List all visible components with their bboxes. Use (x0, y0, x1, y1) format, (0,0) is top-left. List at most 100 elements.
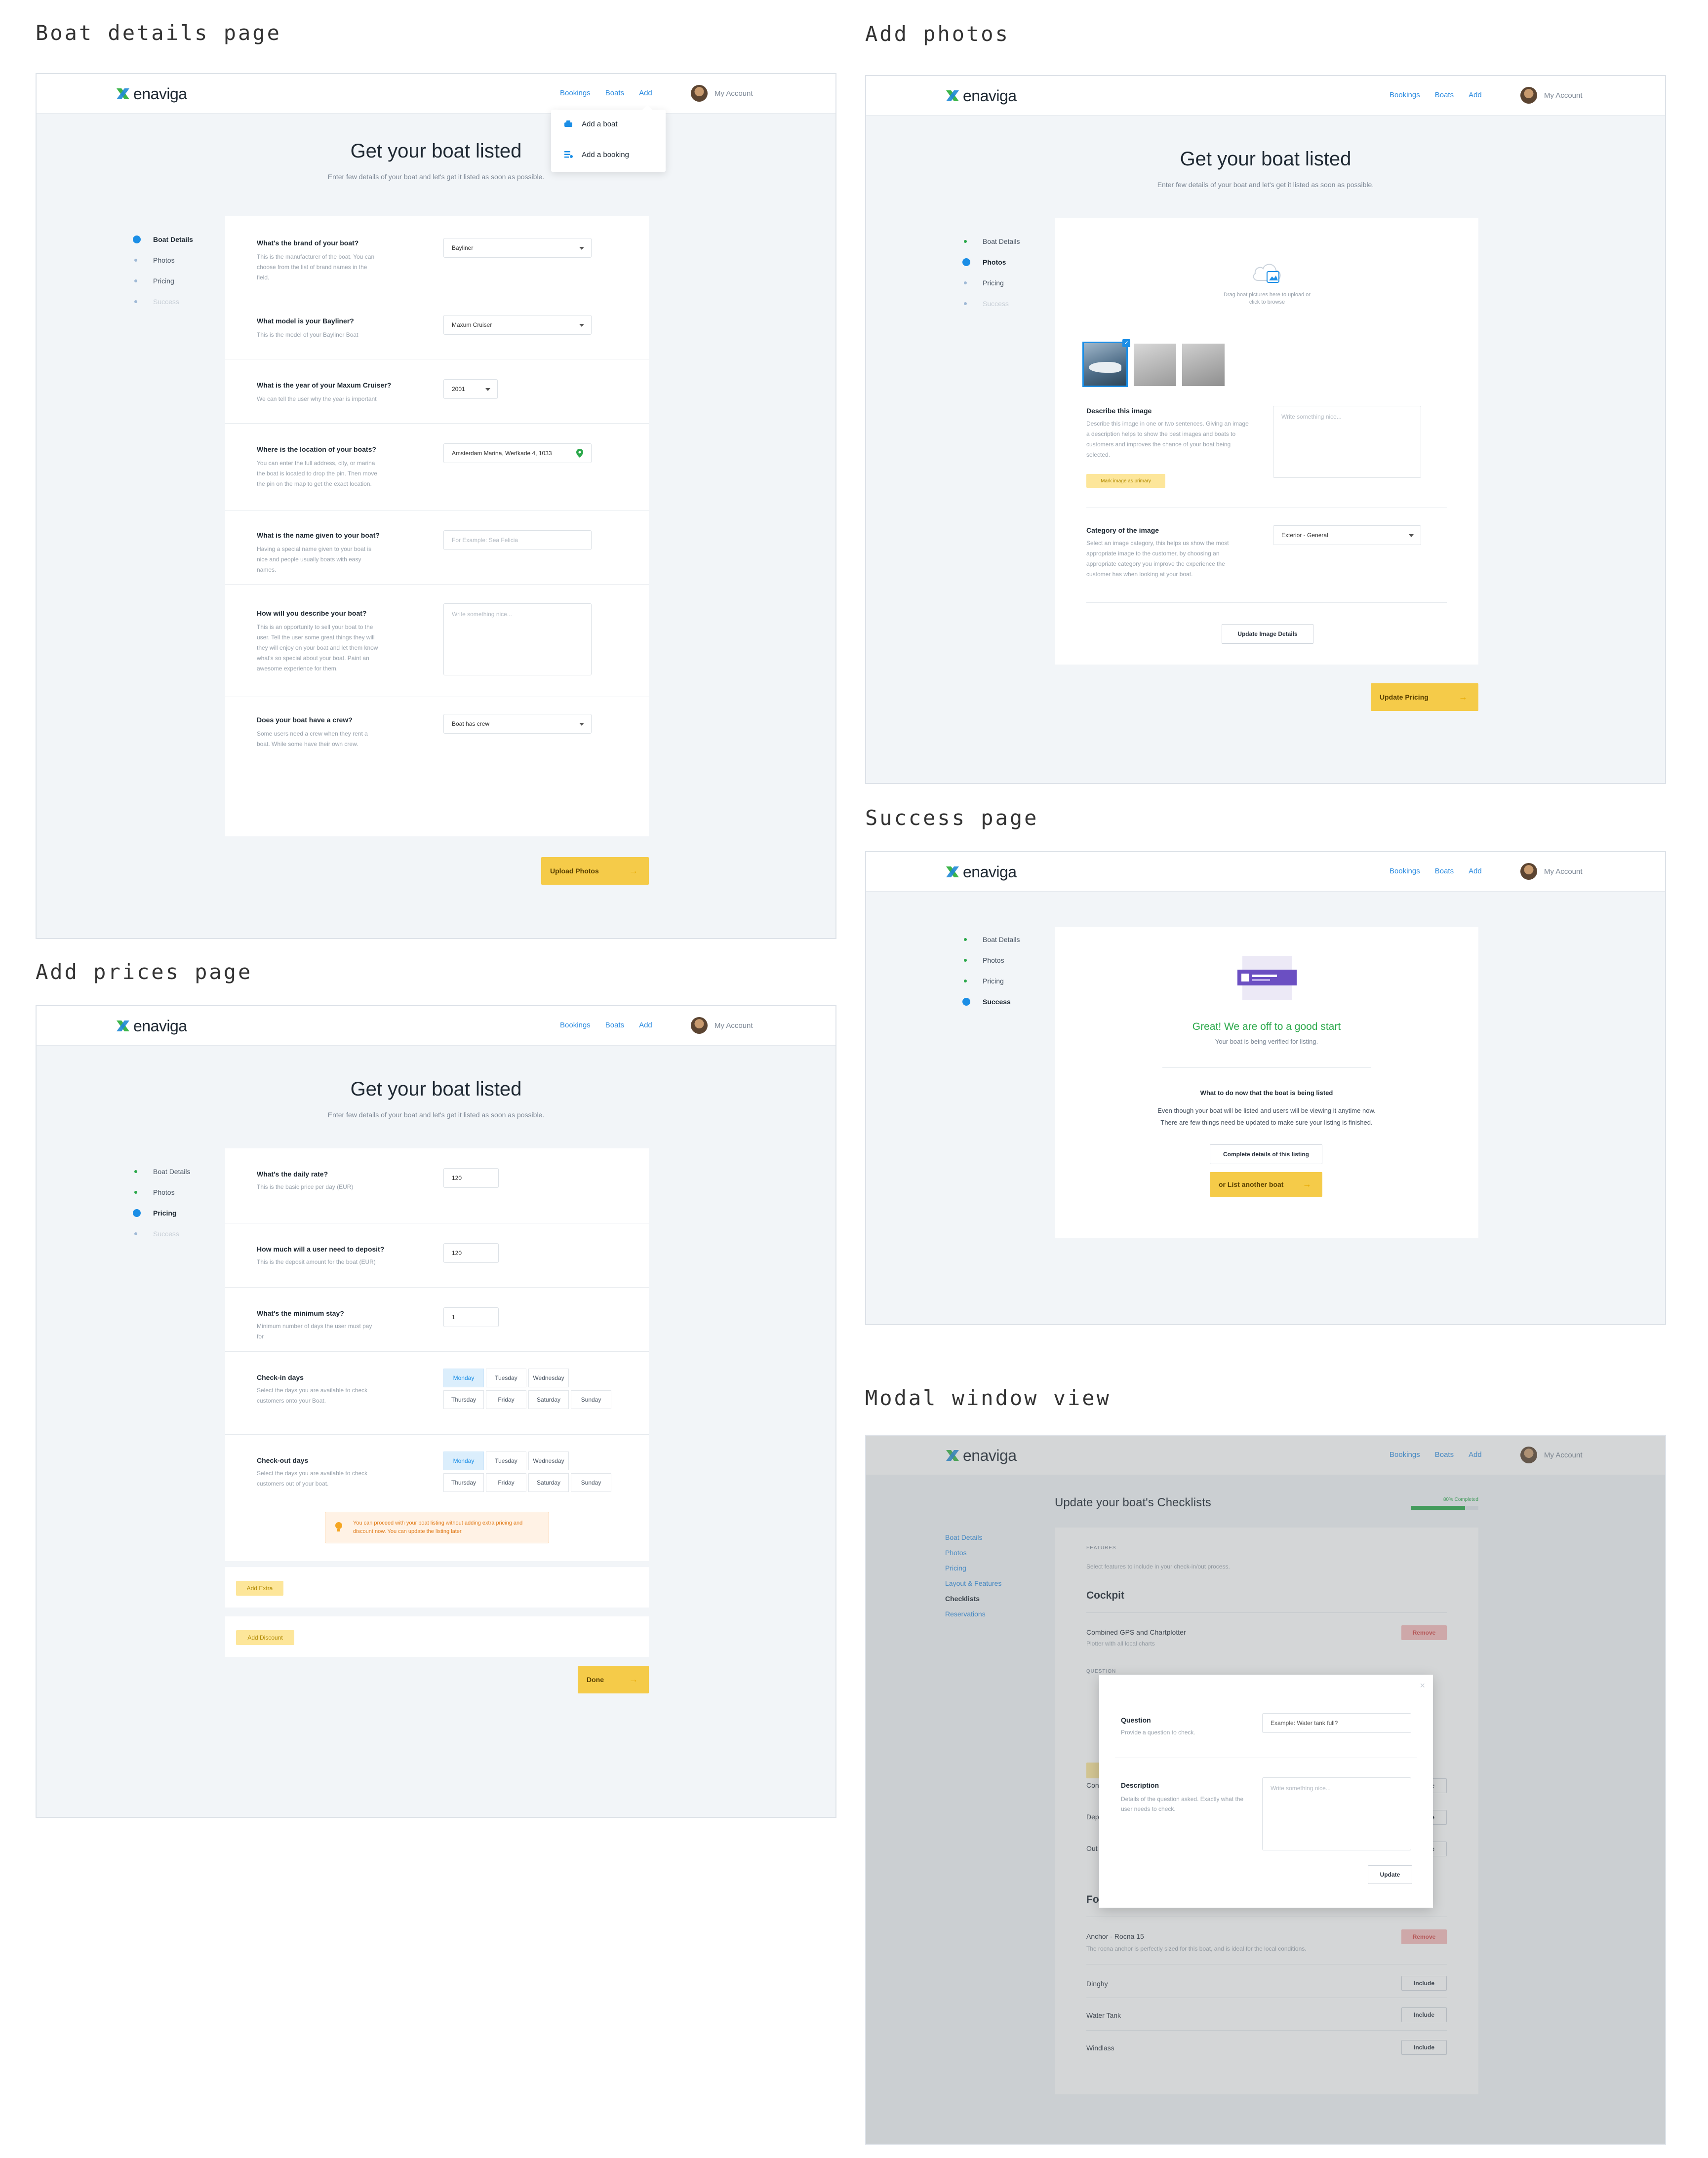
menu-item-add-boat[interactable]: Add a boat (564, 119, 618, 128)
add-dropdown-menu: Add a boat Add a booking (551, 105, 666, 172)
brand-select[interactable]: Bayliner (443, 238, 592, 258)
question-label: Description (1121, 1781, 1159, 1789)
photo-thumb[interactable] (1182, 344, 1225, 386)
daily-rate-input[interactable]: 120 (443, 1168, 499, 1188)
menu-item-label: Add a booking (582, 150, 629, 159)
logo[interactable]: enaviga (115, 84, 187, 104)
nav-add[interactable]: Add (639, 89, 652, 97)
input-value: 120 (452, 1175, 462, 1181)
account-menu[interactable]: My Account (1520, 87, 1583, 104)
checkout-day-saturday[interactable]: Saturday (528, 1473, 569, 1492)
nav-bookings[interactable]: Bookings (1390, 91, 1420, 99)
question-input[interactable]: Example: Water tank full? (1262, 1713, 1411, 1733)
avatar (1520, 863, 1537, 880)
nav-boats[interactable]: Boats (1435, 91, 1454, 99)
update-image-details-button[interactable]: Update Image Details (1222, 624, 1313, 644)
checkout-day-monday[interactable]: Monday (443, 1452, 484, 1470)
checkout-day-tuesday[interactable]: Tuesday (486, 1452, 526, 1470)
image-description-textarea[interactable]: Write something nice... (1273, 406, 1421, 478)
mark-primary-button[interactable]: Mark image as primary (1086, 474, 1165, 488)
list-another-boat-button[interactable]: or List another boat → (1210, 1172, 1322, 1197)
step-success: Success (130, 291, 193, 312)
next-steps-text-1: Even though your boat will be listed and… (1157, 1107, 1376, 1114)
step-boat-details[interactable]: Boat Details (960, 231, 1020, 252)
step-photos[interactable]: Photos (130, 250, 193, 271)
logo[interactable]: enaviga (115, 1016, 187, 1036)
checkin-day-thursday[interactable]: Thursday (443, 1390, 484, 1409)
update-pricing-button[interactable]: Update Pricing → (1371, 683, 1478, 711)
step-photos[interactable]: Photos (960, 950, 1020, 971)
step-label: Success (153, 298, 179, 306)
description-textarea[interactable]: Write something nice... (1262, 1777, 1411, 1850)
checkin-day-sunday[interactable]: Sunday (571, 1390, 611, 1409)
min-stay-input[interactable]: 1 (443, 1307, 499, 1327)
step-pricing[interactable]: Pricing (130, 271, 193, 291)
form-row-description: How will you describe your boat? This is… (225, 585, 649, 697)
year-select[interactable]: 2001 (443, 379, 498, 399)
step-photos[interactable]: Photos (960, 252, 1020, 273)
nav-bookings[interactable]: Bookings (560, 1021, 591, 1029)
logo[interactable]: enaviga (944, 86, 1017, 106)
button-label: Update Pricing (1380, 693, 1429, 701)
checkout-day-sunday[interactable]: Sunday (571, 1473, 611, 1492)
menu-item-add-booking[interactable]: Add a booking (564, 150, 629, 159)
account-menu[interactable]: My Account (691, 1017, 753, 1034)
add-extra-button[interactable]: Add Extra (236, 1581, 283, 1596)
checkout-day-friday[interactable]: Friday (486, 1473, 526, 1492)
add-discount-button[interactable]: Add Discount (236, 1630, 294, 1645)
nav-bookings[interactable]: Bookings (1390, 867, 1420, 875)
boat-name-input[interactable]: For Example: Sea Felicia (443, 530, 592, 550)
step-boat-details[interactable]: Boat Details (960, 929, 1020, 950)
checkout-day-wednesday[interactable]: Wednesday (528, 1452, 569, 1470)
photo-thumb-selected[interactable]: ✓ (1082, 339, 1130, 387)
boat-description-textarea[interactable]: Write something nice... (443, 603, 592, 675)
step-dot (964, 302, 967, 305)
logo[interactable]: enaviga (944, 862, 1017, 882)
top-nav: enaviga Bookings Boats Add My Account (866, 852, 1665, 892)
upload-photos-button[interactable]: Upload Photos → (541, 857, 649, 885)
step-boat-details[interactable]: Boat Details (130, 1161, 190, 1182)
nav-boats[interactable]: Boats (605, 1021, 624, 1029)
checkout-day-thursday[interactable]: Thursday (443, 1473, 484, 1492)
nav-add[interactable]: Add (639, 1021, 652, 1029)
question-description: Having a special name given to your boat… (257, 546, 372, 573)
question-description: Describe this image in one or two senten… (1086, 420, 1249, 458)
checkin-day-tuesday[interactable]: Tuesday (486, 1369, 526, 1387)
button-label: Add Extra (246, 1585, 273, 1592)
step-pricing[interactable]: Pricing (130, 1203, 190, 1223)
form-row-year: What is the year of your Maxum Cruiser? … (225, 359, 649, 424)
step-pricing[interactable]: Pricing (960, 971, 1020, 991)
update-button[interactable]: Update (1368, 1865, 1412, 1884)
crew-select[interactable]: Boat has crew (443, 714, 592, 734)
account-menu[interactable]: My Account (691, 85, 753, 102)
location-input[interactable]: Amsterdam Marina, Werfkade 4, 1033 (443, 443, 592, 463)
account-menu[interactable]: My Account (1520, 863, 1583, 880)
close-icon[interactable]: × (1420, 1681, 1425, 1691)
photo-dropzone[interactable]: Drag boat pictures here to upload or cli… (1203, 258, 1331, 312)
chevron-down-icon (579, 247, 584, 250)
complete-listing-button[interactable]: Complete details of this listing (1210, 1144, 1322, 1164)
checkin-day-monday[interactable]: Monday (443, 1369, 484, 1387)
input-value: Amsterdam Marina, Werfkade 4, 1033 (452, 450, 552, 457)
nav-boats[interactable]: Boats (605, 89, 624, 97)
nav-add[interactable]: Add (1469, 91, 1482, 99)
step-boat-details[interactable]: Boat Details (130, 229, 193, 250)
checkin-day-saturday[interactable]: Saturday (528, 1390, 569, 1409)
question-label: Category of the image (1086, 526, 1159, 534)
checkin-day-friday[interactable]: Friday (486, 1390, 526, 1409)
next-steps-text-2: There are few things need be updated to … (1160, 1119, 1373, 1126)
step-pricing[interactable]: Pricing (960, 273, 1020, 293)
nav-add[interactable]: Add (1469, 867, 1482, 875)
nav-bookings[interactable]: Bookings (560, 89, 591, 97)
image-category-select[interactable]: Exterior - General (1273, 525, 1421, 545)
avatar (691, 1017, 708, 1034)
done-button[interactable]: Done → (578, 1666, 649, 1693)
step-label: Success (153, 1230, 179, 1238)
checkin-day-wednesday[interactable]: Wednesday (528, 1369, 569, 1387)
nav-boats[interactable]: Boats (1435, 867, 1454, 875)
deposit-input[interactable]: 120 (443, 1243, 499, 1263)
model-select[interactable]: Maxum Cruiser (443, 315, 592, 335)
photo-thumb[interactable] (1134, 344, 1176, 386)
step-photos[interactable]: Photos (130, 1182, 190, 1203)
step-dot (964, 281, 967, 284)
